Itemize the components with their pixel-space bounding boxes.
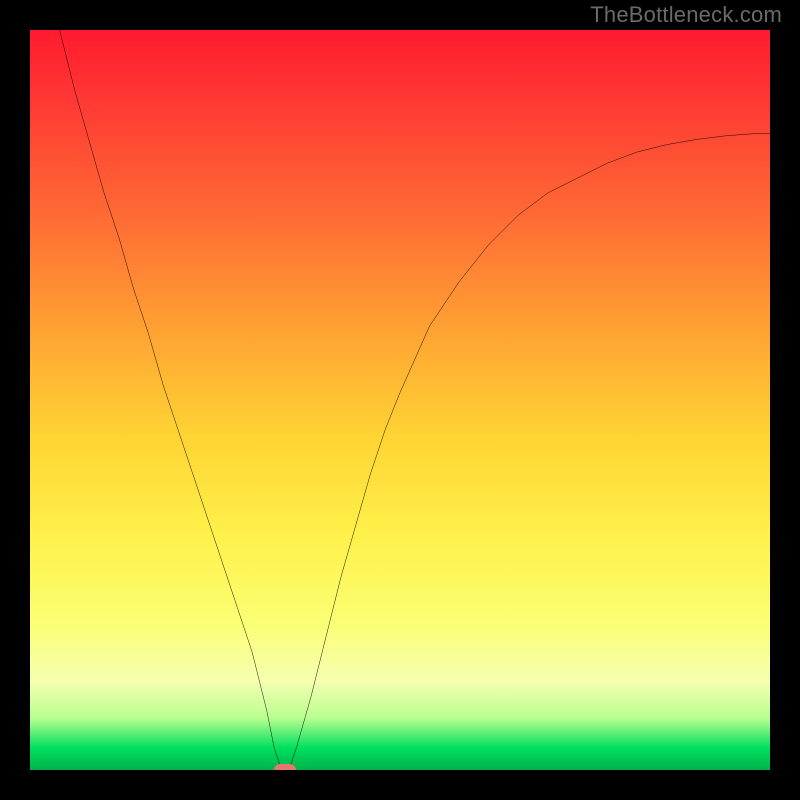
plot-area xyxy=(30,30,770,770)
chart-frame: TheBottleneck.com xyxy=(0,0,800,800)
watermark-text: TheBottleneck.com xyxy=(590,2,782,28)
bottleneck-curve xyxy=(30,30,770,770)
minimum-marker xyxy=(274,764,296,770)
